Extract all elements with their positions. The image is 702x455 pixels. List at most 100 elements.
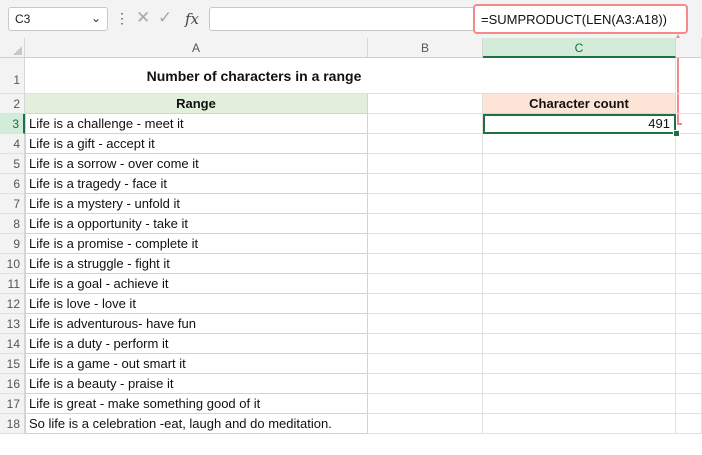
row-header-12[interactable]: 12 bbox=[0, 294, 25, 314]
row-header-5[interactable]: 5 bbox=[0, 154, 25, 174]
formula-highlight-box[interactable]: =SUMPRODUCT(LEN(A3:A18)) bbox=[473, 4, 688, 34]
cell-c7[interactable] bbox=[483, 194, 676, 214]
cell-c12[interactable] bbox=[483, 294, 676, 314]
insert-function-icon[interactable]: fx bbox=[185, 10, 199, 28]
range-value[interactable]: Life is a sorrow - over come it bbox=[25, 154, 368, 174]
column-header-c[interactable]: C bbox=[483, 38, 676, 58]
range-header: Range bbox=[25, 94, 368, 114]
cell-b8[interactable] bbox=[368, 214, 483, 234]
cell-b13[interactable] bbox=[368, 314, 483, 334]
range-value[interactable]: So life is a celebration -eat, laugh and… bbox=[25, 414, 368, 434]
name-box[interactable]: C3 ⌄ bbox=[8, 7, 108, 31]
cell-b10[interactable] bbox=[368, 254, 483, 274]
cell-c16[interactable] bbox=[483, 374, 676, 394]
chevron-down-icon[interactable]: ⌄ bbox=[91, 11, 101, 25]
cell-b17[interactable] bbox=[368, 394, 483, 414]
cell-c5[interactable] bbox=[483, 154, 676, 174]
cell-b11[interactable] bbox=[368, 274, 483, 294]
range-value[interactable]: Life is a gift - accept it bbox=[25, 134, 368, 154]
range-value[interactable]: Life is a game - out smart it bbox=[25, 354, 368, 374]
cell-extra-2 bbox=[676, 94, 702, 114]
row-header-9[interactable]: 9 bbox=[0, 234, 25, 254]
cell-c17[interactable] bbox=[483, 394, 676, 414]
cell-c11[interactable] bbox=[483, 274, 676, 294]
name-box-value: C3 bbox=[15, 12, 31, 26]
row-header-16[interactable]: 16 bbox=[0, 374, 25, 394]
cell-b18[interactable] bbox=[368, 414, 483, 434]
cell-extra-15 bbox=[676, 354, 702, 374]
cell-extra-18 bbox=[676, 414, 702, 434]
cell-c13[interactable] bbox=[483, 314, 676, 334]
row-header-4[interactable]: 4 bbox=[0, 134, 25, 154]
range-value[interactable]: Life is adventurous- have fun bbox=[25, 314, 368, 334]
cell-b4[interactable] bbox=[368, 134, 483, 154]
formula-buttons: ✕ ✓ fx bbox=[130, 5, 206, 33]
range-value[interactable]: Life is a tragedy - face it bbox=[25, 174, 368, 194]
range-value[interactable]: Life is a goal - achieve it bbox=[25, 274, 368, 294]
cell-extra-9 bbox=[676, 234, 702, 254]
cell-c1[interactable] bbox=[483, 58, 676, 94]
cell-b16[interactable] bbox=[368, 374, 483, 394]
row-header-1[interactable]: 1 bbox=[0, 58, 25, 94]
row-header-3[interactable]: 3 bbox=[0, 114, 25, 134]
cell-c8[interactable] bbox=[483, 214, 676, 234]
column-header-extra bbox=[676, 38, 702, 58]
cell-b12[interactable] bbox=[368, 294, 483, 314]
cell-c9[interactable] bbox=[483, 234, 676, 254]
select-all-corner[interactable] bbox=[0, 38, 25, 58]
column-header-b[interactable]: B bbox=[368, 38, 483, 58]
cell-b7[interactable] bbox=[368, 194, 483, 214]
range-value[interactable]: Life is a promise - complete it bbox=[25, 234, 368, 254]
cell-extra-13 bbox=[676, 314, 702, 334]
fill-handle[interactable] bbox=[673, 130, 680, 137]
row-header-8[interactable]: 8 bbox=[0, 214, 25, 234]
cell-c18[interactable] bbox=[483, 414, 676, 434]
range-value[interactable]: Life is a struggle - fight it bbox=[25, 254, 368, 274]
cell-c6[interactable] bbox=[483, 174, 676, 194]
range-value[interactable]: Life is a challenge - meet it bbox=[25, 114, 368, 134]
cell-b15[interactable] bbox=[368, 354, 483, 374]
cell-extra-6 bbox=[676, 174, 702, 194]
cell-c4[interactable] bbox=[483, 134, 676, 154]
range-value[interactable]: Life is a duty - perform it bbox=[25, 334, 368, 354]
cell-extra-7 bbox=[676, 194, 702, 214]
row-header-2[interactable]: 2 bbox=[0, 94, 25, 114]
row-header-7[interactable]: 7 bbox=[0, 194, 25, 214]
cell-b2[interactable] bbox=[368, 94, 483, 114]
cell-extra-14 bbox=[676, 334, 702, 354]
row-header-10[interactable]: 10 bbox=[0, 254, 25, 274]
character-count-result[interactable]: 491 bbox=[483, 114, 676, 134]
column-header-a[interactable]: A bbox=[25, 38, 368, 58]
cell-c15[interactable] bbox=[483, 354, 676, 374]
range-value[interactable]: Life is a mystery - unfold it bbox=[25, 194, 368, 214]
cancel-icon[interactable]: ✕ bbox=[136, 8, 150, 28]
row-header-17[interactable]: 17 bbox=[0, 394, 25, 414]
cell-extra-10 bbox=[676, 254, 702, 274]
cell-extra-1 bbox=[676, 58, 702, 94]
sheet-title: Number of characters in a range bbox=[25, 58, 483, 94]
cell-b3[interactable] bbox=[368, 114, 483, 134]
cell-extra-12 bbox=[676, 294, 702, 314]
row-header-18[interactable]: 18 bbox=[0, 414, 25, 434]
character-count-header: Character count bbox=[483, 94, 676, 114]
range-value[interactable]: Life is a opportunity - take it bbox=[25, 214, 368, 234]
cell-c14[interactable] bbox=[483, 334, 676, 354]
row-header-11[interactable]: 11 bbox=[0, 274, 25, 294]
cell-extra-8 bbox=[676, 214, 702, 234]
row-header-14[interactable]: 14 bbox=[0, 334, 25, 354]
cell-b9[interactable] bbox=[368, 234, 483, 254]
confirm-icon[interactable]: ✓ bbox=[158, 8, 172, 28]
cell-c10[interactable] bbox=[483, 254, 676, 274]
row-header-6[interactable]: 6 bbox=[0, 174, 25, 194]
row-header-13[interactable]: 13 bbox=[0, 314, 25, 334]
cell-extra-4 bbox=[676, 134, 702, 154]
cell-b14[interactable] bbox=[368, 334, 483, 354]
formula-toolbar: C3 ⌄ ⋮ ✕ ✓ fx =SUMPRODUCT(LEN(A3:A18)) bbox=[0, 0, 702, 38]
cell-b5[interactable] bbox=[368, 154, 483, 174]
range-value[interactable]: Life is great - make something good of i… bbox=[25, 394, 368, 414]
more-options-icon[interactable]: ⋮ bbox=[115, 10, 129, 27]
range-value[interactable]: Life is a beauty - praise it bbox=[25, 374, 368, 394]
row-header-15[interactable]: 15 bbox=[0, 354, 25, 374]
range-value[interactable]: Life is love - love it bbox=[25, 294, 368, 314]
cell-b6[interactable] bbox=[368, 174, 483, 194]
